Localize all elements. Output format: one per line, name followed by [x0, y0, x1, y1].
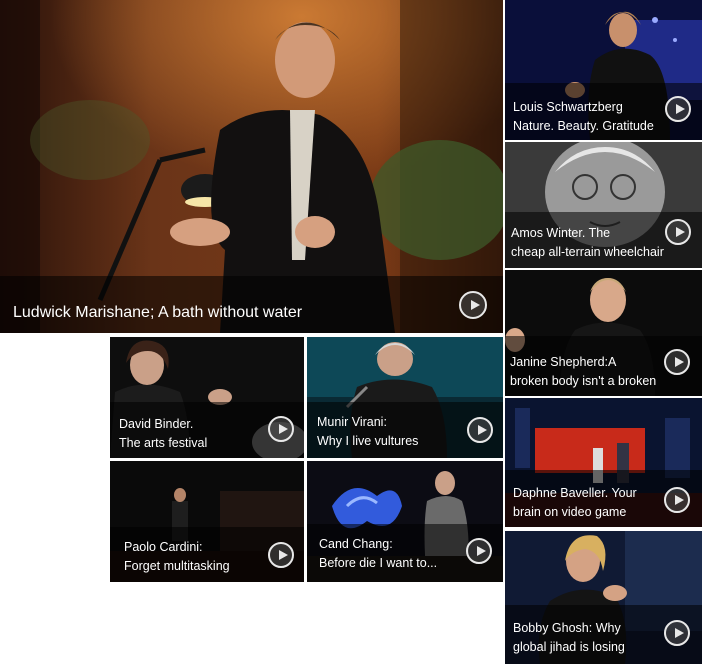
- play-icon[interactable]: [664, 487, 690, 513]
- video-title-line2: Forget multitasking: [124, 559, 230, 573]
- video-tile-daphne-baveller[interactable]: Daphne Baveller. Your brain on video gam…: [505, 398, 702, 527]
- video-title: Louis Schwartzberg Nature. Beauty. Grati…: [513, 98, 654, 136]
- video-tile-janine-shepherd[interactable]: Janine Shepherd:A broken body isn't a br…: [505, 270, 702, 396]
- video-title-line2: Before die I want to...: [319, 556, 438, 570]
- video-title-line1: Bobby Ghosh: Why: [513, 621, 621, 635]
- play-icon[interactable]: [466, 538, 492, 564]
- play-icon[interactable]: [664, 620, 690, 646]
- video-title: David Binder. The arts festival: [119, 415, 207, 453]
- video-title-line1: Munir Virani:: [317, 415, 387, 429]
- video-title: Munir Virani: Why I live vultures: [317, 413, 418, 451]
- hero-title: Ludwick Marishane; A bath without water: [13, 304, 303, 321]
- play-icon[interactable]: [268, 416, 294, 442]
- video-title: Bobby Ghosh: Why global jihad is losing: [513, 619, 625, 657]
- play-icon[interactable]: [665, 219, 691, 245]
- play-icon[interactable]: [268, 542, 294, 568]
- video-title-line2: Why I live vultures: [317, 434, 419, 448]
- video-title-line2: brain on video game: [513, 505, 627, 519]
- video-title: Janine Shepherd:A broken body isn't a br…: [510, 353, 656, 391]
- video-title-line1: Cand Chang:: [319, 537, 393, 551]
- video-title-line1: Daphne Baveller. Your: [513, 486, 637, 500]
- video-tile-david-binder[interactable]: David Binder. The arts festival: [110, 337, 304, 458]
- video-title: Cand Chang: Before die I want to...: [319, 535, 437, 573]
- video-title-line1: Louis Schwartzberg: [513, 100, 623, 114]
- video-title: Daphne Baveller. Your brain on video gam…: [513, 484, 637, 522]
- video-title-line1: Paolo Cardini:: [124, 540, 203, 554]
- play-icon[interactable]: [664, 349, 690, 375]
- video-tile-amos-winter[interactable]: Amos Winter. The cheap all-terrain wheel…: [505, 142, 702, 268]
- hero-video-tile[interactable]: Ludwick Marishane; A bath without water: [0, 0, 503, 333]
- video-title: Amos Winter. The cheap all-terrain wheel…: [511, 224, 664, 262]
- video-tile-munir-virani[interactable]: Munir Virani: Why I live vultures: [307, 337, 503, 458]
- video-tile-bobby-ghosh[interactable]: Bobby Ghosh: Why global jihad is losing: [505, 531, 702, 664]
- video-title-line2: Nature. Beauty. Gratitude: [513, 119, 654, 133]
- video-title-line1: Janine Shepherd:A: [510, 355, 617, 369]
- video-title: Paolo Cardini: Forget multitasking: [124, 538, 230, 576]
- video-tile-paolo-cardini[interactable]: Paolo Cardini: Forget multitasking: [110, 461, 304, 582]
- video-title-line2: global jihad is losing: [513, 640, 625, 654]
- play-icon[interactable]: [467, 417, 493, 443]
- video-title-line1: Amos Winter. The: [511, 226, 611, 240]
- video-title-line1: David Binder.: [119, 417, 194, 431]
- play-icon[interactable]: [665, 96, 691, 122]
- video-title-line2: broken body isn't a broken: [510, 374, 657, 388]
- video-tile-louis-schwartzberg[interactable]: Louis Schwartzberg Nature. Beauty. Grati…: [505, 0, 702, 140]
- video-title-line2: The arts festival: [119, 436, 208, 450]
- play-icon[interactable]: [459, 291, 487, 319]
- video-title-line2: cheap all-terrain wheelchair: [511, 245, 664, 259]
- video-tile-cand-chang[interactable]: Cand Chang: Before die I want to...: [307, 461, 503, 582]
